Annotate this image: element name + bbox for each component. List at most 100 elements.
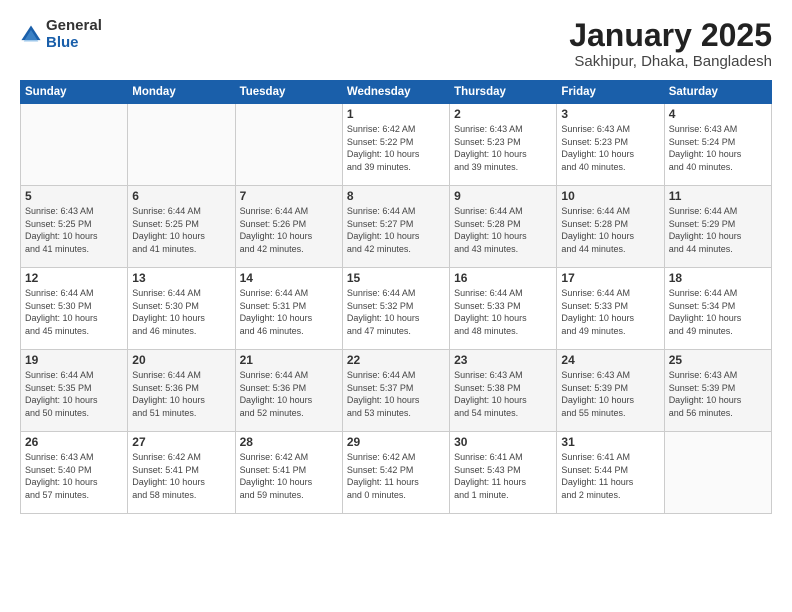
day-number: 25: [669, 353, 767, 367]
calendar-cell-3-2: 21 Sunrise: 6:44 AM Sunset: 5:36 PM Dayli…: [235, 350, 342, 432]
day-info: Sunrise: 6:44 AM Sunset: 5:25 PM Dayligh…: [132, 205, 230, 255]
calendar-cell-2-0: 12 Sunrise: 6:44 AM Sunset: 5:30 PM Dayli…: [21, 268, 128, 350]
calendar-header-row: Sunday Monday Tuesday Wednesday Thursday…: [21, 81, 772, 104]
week-row-1: 5Sunrise: 6:43 AM Sunset: 5:25 PM Daylig…: [21, 186, 772, 268]
calendar-cell-1-2: 7 Sunrise: 6:44 AM Sunset: 5:26 PM Daylig…: [235, 186, 342, 268]
day-info: Sunrise: 6:43 AM Sunset: 5:24 PM Dayligh…: [669, 123, 767, 173]
calendar-cell-2-1: 13 Sunrise: 6:44 AM Sunset: 5:30 PM Dayli…: [128, 268, 235, 350]
calendar-cell-0-6: 4 Sunrise: 6:43 AM Sunset: 5:24 PM Daylig…: [664, 104, 771, 186]
title-location: Sakhipur, Dhaka, Bangladesh: [569, 53, 772, 70]
day-info: Sunrise: 6:44 AM Sunset: 5:34 PM Dayligh…: [669, 287, 767, 337]
header-monday: Monday: [128, 81, 235, 104]
day-info: Sunrise: 6:44 AM Sunset: 5:31 PM Dayligh…: [240, 287, 338, 337]
calendar-cell-2-3: 15 Sunrise: 6:44 AM Sunset: 5:32 PM Dayli…: [342, 268, 449, 350]
day-number: 22: [347, 353, 445, 367]
day-info: Sunrise: 6:44 AM Sunset: 5:36 PM Dayligh…: [240, 369, 338, 419]
header-thursday: Thursday: [450, 81, 557, 104]
calendar-cell-1-0: 5Sunrise: 6:43 AM Sunset: 5:25 PM Daylig…: [21, 186, 128, 268]
header: General Blue January 2025 Sakhipur, Dhak…: [20, 18, 772, 70]
calendar-cell-4-3: 29Sunrise: 6:42 AM Sunset: 5:42 PM Dayli…: [342, 432, 449, 514]
day-number: 27: [132, 435, 230, 449]
week-row-2: 12 Sunrise: 6:44 AM Sunset: 5:30 PM Dayli…: [21, 268, 772, 350]
calendar-cell-0-3: 1 Sunrise: 6:42 AM Sunset: 5:22 PM Daylig…: [342, 104, 449, 186]
calendar-cell-1-6: 11Sunrise: 6:44 AM Sunset: 5:29 PM Dayli…: [664, 186, 771, 268]
header-sunday: Sunday: [21, 81, 128, 104]
calendar-cell-3-6: 25 Sunrise: 6:43 AM Sunset: 5:39 PM Dayli…: [664, 350, 771, 432]
day-number: 30: [454, 435, 552, 449]
day-info: Sunrise: 6:44 AM Sunset: 5:32 PM Dayligh…: [347, 287, 445, 337]
day-number: 4: [669, 107, 767, 121]
day-number: 3: [561, 107, 659, 121]
day-info: Sunrise: 6:43 AM Sunset: 5:23 PM Dayligh…: [454, 123, 552, 173]
day-number: 28: [240, 435, 338, 449]
logo-blue-text: Blue: [46, 35, 102, 52]
day-info: Sunrise: 6:44 AM Sunset: 5:36 PM Dayligh…: [132, 369, 230, 419]
day-info: Sunrise: 6:44 AM Sunset: 5:30 PM Dayligh…: [25, 287, 123, 337]
day-number: 14: [240, 271, 338, 285]
calendar: Sunday Monday Tuesday Wednesday Thursday…: [20, 80, 772, 514]
day-info: Sunrise: 6:41 AM Sunset: 5:43 PM Dayligh…: [454, 451, 552, 501]
day-info: Sunrise: 6:44 AM Sunset: 5:30 PM Dayligh…: [132, 287, 230, 337]
title-month: January 2025: [569, 18, 772, 53]
calendar-cell-2-4: 16 Sunrise: 6:44 AM Sunset: 5:33 PM Dayli…: [450, 268, 557, 350]
week-row-4: 26Sunrise: 6:43 AM Sunset: 5:40 PM Dayli…: [21, 432, 772, 514]
day-number: 2: [454, 107, 552, 121]
day-number: 5: [25, 189, 123, 203]
logo-general-text: General: [46, 18, 102, 35]
day-number: 6: [132, 189, 230, 203]
calendar-cell-4-6: [664, 432, 771, 514]
day-number: 7: [240, 189, 338, 203]
calendar-cell-1-1: 6 Sunrise: 6:44 AM Sunset: 5:25 PM Daylig…: [128, 186, 235, 268]
logo: General Blue: [20, 18, 102, 51]
day-info: Sunrise: 6:42 AM Sunset: 5:22 PM Dayligh…: [347, 123, 445, 173]
day-info: Sunrise: 6:44 AM Sunset: 5:28 PM Dayligh…: [561, 205, 659, 255]
day-info: Sunrise: 6:43 AM Sunset: 5:39 PM Dayligh…: [561, 369, 659, 419]
day-info: Sunrise: 6:44 AM Sunset: 5:33 PM Dayligh…: [454, 287, 552, 337]
day-number: 24: [561, 353, 659, 367]
day-info: Sunrise: 6:44 AM Sunset: 5:28 PM Dayligh…: [454, 205, 552, 255]
day-number: 10: [561, 189, 659, 203]
page: General Blue January 2025 Sakhipur, Dhak…: [0, 0, 792, 612]
calendar-cell-3-3: 22 Sunrise: 6:44 AM Sunset: 5:37 PM Dayli…: [342, 350, 449, 432]
day-number: 13: [132, 271, 230, 285]
calendar-cell-0-1: [128, 104, 235, 186]
calendar-cell-1-4: 9Sunrise: 6:44 AM Sunset: 5:28 PM Daylig…: [450, 186, 557, 268]
day-info: Sunrise: 6:44 AM Sunset: 5:35 PM Dayligh…: [25, 369, 123, 419]
day-number: 16: [454, 271, 552, 285]
logo-icon: [20, 24, 42, 46]
day-info: Sunrise: 6:44 AM Sunset: 5:27 PM Dayligh…: [347, 205, 445, 255]
logo-text: General Blue: [46, 18, 102, 51]
day-number: 19: [25, 353, 123, 367]
day-number: 23: [454, 353, 552, 367]
calendar-cell-3-4: 23 Sunrise: 6:43 AM Sunset: 5:38 PM Dayli…: [450, 350, 557, 432]
day-number: 8: [347, 189, 445, 203]
day-info: Sunrise: 6:44 AM Sunset: 5:26 PM Dayligh…: [240, 205, 338, 255]
day-number: 18: [669, 271, 767, 285]
week-row-3: 19 Sunrise: 6:44 AM Sunset: 5:35 PM Dayli…: [21, 350, 772, 432]
day-info: Sunrise: 6:42 AM Sunset: 5:42 PM Dayligh…: [347, 451, 445, 501]
day-number: 11: [669, 189, 767, 203]
day-number: 12: [25, 271, 123, 285]
calendar-cell-4-2: 28 Sunrise: 6:42 AM Sunset: 5:41 PM Dayli…: [235, 432, 342, 514]
day-info: Sunrise: 6:44 AM Sunset: 5:37 PM Dayligh…: [347, 369, 445, 419]
calendar-cell-3-1: 20 Sunrise: 6:44 AM Sunset: 5:36 PM Dayli…: [128, 350, 235, 432]
calendar-cell-2-5: 17Sunrise: 6:44 AM Sunset: 5:33 PM Dayli…: [557, 268, 664, 350]
day-number: 21: [240, 353, 338, 367]
calendar-cell-0-2: [235, 104, 342, 186]
calendar-cell-3-0: 19 Sunrise: 6:44 AM Sunset: 5:35 PM Dayli…: [21, 350, 128, 432]
calendar-cell-4-0: 26Sunrise: 6:43 AM Sunset: 5:40 PM Dayli…: [21, 432, 128, 514]
day-number: 1: [347, 107, 445, 121]
day-number: 15: [347, 271, 445, 285]
day-info: Sunrise: 6:42 AM Sunset: 5:41 PM Dayligh…: [240, 451, 338, 501]
header-wednesday: Wednesday: [342, 81, 449, 104]
day-info: Sunrise: 6:44 AM Sunset: 5:33 PM Dayligh…: [561, 287, 659, 337]
day-info: Sunrise: 6:43 AM Sunset: 5:39 PM Dayligh…: [669, 369, 767, 419]
calendar-cell-4-4: 30 Sunrise: 6:41 AM Sunset: 5:43 PM Dayli…: [450, 432, 557, 514]
week-row-0: 1 Sunrise: 6:42 AM Sunset: 5:22 PM Daylig…: [21, 104, 772, 186]
day-number: 20: [132, 353, 230, 367]
calendar-cell-4-1: 27Sunrise: 6:42 AM Sunset: 5:41 PM Dayli…: [128, 432, 235, 514]
header-tuesday: Tuesday: [235, 81, 342, 104]
day-info: Sunrise: 6:41 AM Sunset: 5:44 PM Dayligh…: [561, 451, 659, 501]
day-info: Sunrise: 6:43 AM Sunset: 5:38 PM Dayligh…: [454, 369, 552, 419]
calendar-cell-0-0: [21, 104, 128, 186]
